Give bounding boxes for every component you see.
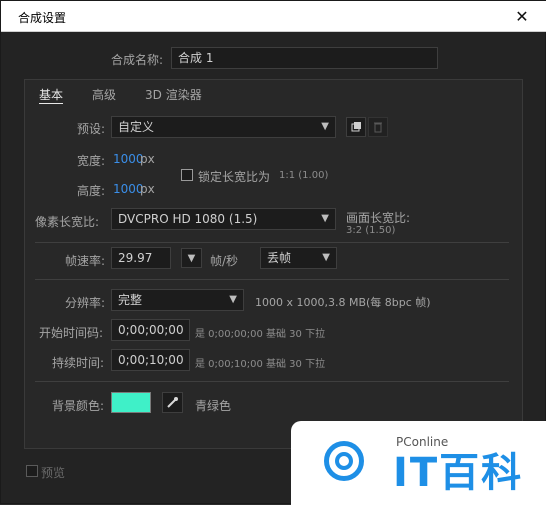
background-color-label: 背景颜色: [52, 399, 105, 413]
pixel-aspect-label: 像素长宽比: [35, 215, 100, 229]
chevron-down-icon: ▼ [187, 252, 196, 264]
close-icon[interactable]: ✕ [508, 3, 536, 29]
preview-label: 预览 [41, 466, 66, 480]
divider [35, 242, 509, 243]
tab-advanced[interactable]: 高级 [92, 86, 116, 103]
chevron-down-icon: ▼ [321, 121, 329, 132]
tab-basic[interactable]: 基本 [39, 86, 64, 104]
divider [35, 381, 509, 382]
resolution-value: 完整 [118, 293, 143, 307]
frame-aspect-label: 画面长宽比: [346, 211, 411, 225]
frame-rate-label: 帧速率: [65, 254, 106, 268]
frame-aspect-value: 3:2 (1.50) [346, 225, 396, 236]
save-preset-icon[interactable] [346, 117, 366, 137]
duration-info: 是 0;00;10;00 基础 30 下拉 [195, 359, 326, 370]
preset-value: 自定义 [118, 120, 155, 134]
tab-3d-renderer[interactable]: 3D 渲染器 [145, 86, 202, 103]
comp-name-label: 合成名称: [111, 53, 164, 67]
eyedropper-icon[interactable] [162, 392, 183, 413]
height-value[interactable]: 1000 [113, 182, 144, 196]
chevron-down-icon: ▼ [322, 252, 330, 263]
pconline-watermark: PConline IT百科 [291, 421, 546, 505]
lock-aspect-checkbox[interactable] [181, 169, 193, 181]
dialog-title: 合成设置 [18, 11, 67, 25]
lock-aspect-ratio: 1:1 (1.00) [279, 170, 329, 181]
start-timecode-input[interactable]: 0;00;00;00 [111, 319, 190, 341]
resolution-select[interactable]: 完整 ▼ [111, 289, 244, 311]
preset-label: 预设: [77, 122, 106, 136]
drop-frame-value: 丢帧 [267, 251, 292, 265]
comp-name-input[interactable]: 合成 1 [171, 47, 438, 69]
divider [35, 279, 509, 280]
background-color-swatch[interactable] [111, 392, 151, 413]
title-bar: 合成设置 ✕ [1, 1, 546, 32]
frame-rate-unit: 帧/秒 [210, 254, 239, 268]
duration-label: 持续时间: [52, 356, 105, 370]
pixel-aspect-value: DVCPRO HD 1080 (1.5) [118, 212, 258, 226]
preview-checkbox[interactable] [26, 465, 38, 477]
chevron-down-icon: ▼ [229, 294, 237, 305]
trash-icon[interactable] [368, 117, 388, 137]
preset-select[interactable]: 自定义 ▼ [111, 116, 336, 138]
start-timecode-info: 是 0;00;00;00 基础 30 下拉 [195, 329, 326, 340]
width-label: 宽度: [77, 154, 106, 168]
watermark-title: IT百科 [393, 450, 524, 496]
width-unit: px [140, 152, 155, 166]
lock-aspect-label: 锁定长宽比为 [198, 170, 271, 184]
frame-rate-dropdown[interactable]: ▼ [181, 248, 202, 268]
composition-settings-dialog: 合成设置 ✕ 合成名称: 合成 1 基本 高级 3D 渲染器 预设: 自定义 ▼ … [0, 0, 546, 505]
watermark-brand: PConline [396, 435, 449, 449]
resolution-label: 分辨率: [65, 296, 106, 310]
chevron-down-icon: ▼ [321, 213, 329, 224]
width-value[interactable]: 1000 [113, 152, 144, 166]
frame-rate-input[interactable]: 29.97 [111, 247, 171, 269]
height-label: 高度: [77, 184, 106, 198]
drop-frame-select[interactable]: 丢帧 ▼ [260, 247, 337, 269]
background-color-name: 青绿色 [195, 399, 232, 413]
duration-input[interactable]: 0;00;10;00 [111, 349, 190, 371]
start-timecode-label: 开始时间码: [39, 326, 104, 340]
height-unit: px [140, 182, 155, 196]
magnifier-inner-ring [335, 452, 353, 470]
resolution-info: 1000 x 1000,3.8 MB(每 8bpc 帧) [255, 296, 431, 309]
pixel-aspect-select[interactable]: DVCPRO HD 1080 (1.5) ▼ [111, 208, 336, 230]
